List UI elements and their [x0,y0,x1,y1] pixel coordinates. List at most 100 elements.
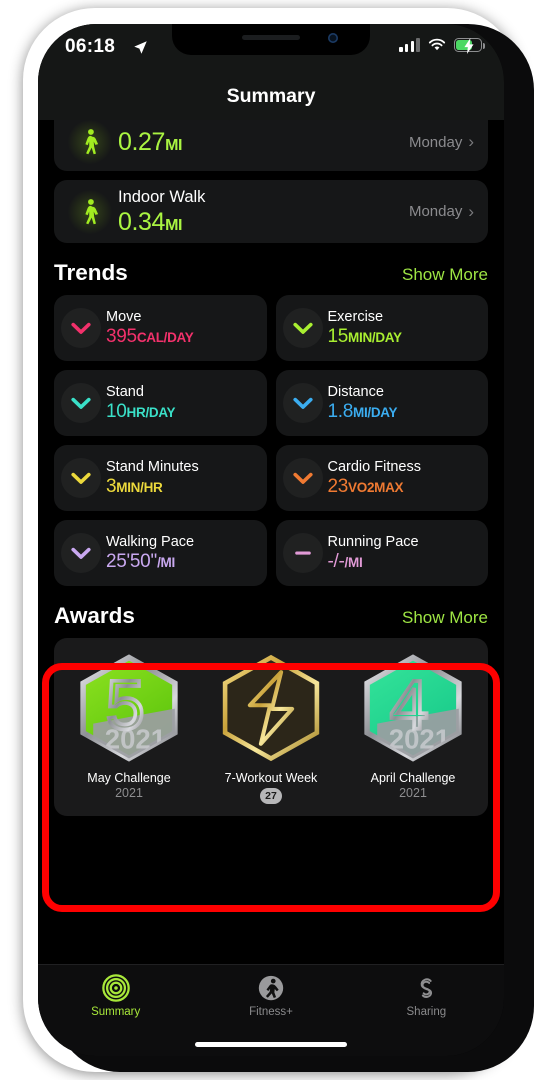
trend-value: -/-/MI [328,551,419,574]
trend-number: 3 [106,476,117,498]
chevron-down-icon [282,383,323,424]
award-item[interactable]: 2021 5 May Challenge 2021 [58,652,200,804]
trend-name: Stand Minutes [106,458,199,475]
activity-rings-icon [101,974,130,1002]
tab-summary[interactable]: Summary [38,973,193,1018]
award-year: 2021 [399,786,427,801]
awards-header: Awards Show More [54,603,488,629]
trend-name: Move [106,308,142,325]
trend-card-distance[interactable]: Distance 1.8MI/DAY [275,370,488,437]
workout-value: 0.34MI [118,207,183,236]
trend-info: Walking Pace 25'50''/MI [106,533,194,574]
trends-header: Trends Show More [54,260,488,286]
trend-unit: /MI [157,555,175,571]
trend-unit: HR/DAY [126,405,176,421]
trend-card-exercise[interactable]: Exercise 15MIN/DAY [275,295,488,362]
workout-card[interactable]: Indoor Walk 0.34MI Monday › [54,180,488,244]
trend-value: 10HR/DAY [106,401,176,424]
tab-sharing-label: Sharing [406,1006,447,1018]
navigation-bar: Summary [38,72,504,120]
trend-number: 10 [106,401,127,423]
workout-card[interactable]: 0.27MI Monday › [54,120,488,171]
status-icons [399,38,485,54]
trend-unit: MI/DAY [353,405,398,421]
hexagon-5-green-icon: 2021 5 [70,652,188,764]
award-item[interactable]: 2021 4 April Challenge 2021 [342,652,484,804]
awards-title: Awards [54,603,135,629]
running-person-icon [258,975,284,1001]
summary-scroll-content[interactable]: 0.27MI Monday › Indoor Walk 0.34MI Monda… [38,120,504,964]
screenshot-root: 06:18 Summary 0.27MI Monday › Indoor Wal… [0,0,542,1080]
status-time: 06:18 [65,36,116,57]
chevron-down-icon [61,458,101,499]
trends-grid: Move 395CAL/DAY Exercise 15MIN/DAY Stand 10HR… [54,295,488,587]
workout-day: Monday › [408,132,474,151]
trend-number: 1.8 [327,401,354,423]
award-label: May Challenge [87,771,171,786]
trend-card-stand-minutes[interactable]: Stand Minutes 3MIN/HR [54,445,267,512]
trend-value: 25'50''/MI [106,551,194,574]
trend-name: Walking Pace [106,533,195,550]
trend-card-stand[interactable]: Stand 10HR/DAY [54,370,267,437]
chevron-down-icon [61,308,101,349]
minus-dash-icon [282,533,323,574]
tab-bar: Summary Fitness+ Sharing [38,964,504,1056]
trend-unit: VO2MAX [348,480,404,496]
notch [172,24,370,55]
awards-panel: 2021 5 May Challenge 2021 7-Workout Week 27 20… [54,638,488,817]
svg-text:4: 4 [390,666,429,744]
trend-info: Distance 1.8MI/DAY [328,383,398,424]
chevron-down-icon [61,533,101,574]
trend-number: 23 [327,476,349,498]
chevron-down-icon [282,458,323,499]
trend-number: 25'50'' [106,551,158,573]
tab-fitness-plus-label: Fitness+ [249,1006,293,1018]
chevron-right-icon: › [468,201,474,221]
trend-number: 395 [106,326,137,348]
trend-info: Stand 10HR/DAY [106,383,176,424]
trends-title: Trends [54,260,128,286]
trend-value: 395CAL/DAY [106,326,194,349]
svg-text:5: 5 [106,666,145,744]
hexagon-4-teal-icon: 2021 4 [354,652,472,764]
award-count-badge: 27 [260,788,282,805]
battery-charging-icon [454,38,485,54]
trend-number: -/- [327,551,345,573]
trend-card-cardio-fitness[interactable]: Cardio Fitness 23VO2MAX [275,445,488,512]
award-label: April Challenge [370,771,456,786]
award-item[interactable]: 7-Workout Week 27 [200,652,342,805]
trend-unit: CAL/DAY [136,330,194,346]
cellular-bars-icon [399,38,420,52]
workout-info: 0.27MI [118,128,409,157]
home-indicator[interactable] [195,1041,347,1047]
award-label: 7-Workout Week [224,771,318,786]
trend-name: Cardio Fitness [327,458,421,475]
front-camera-icon [328,33,338,43]
earpiece-speaker [242,35,300,40]
trend-info: Cardio Fitness 23VO2MAX [328,458,421,499]
hexagon-bolt-gold-icon [212,652,330,764]
trend-unit: MIN/HR [116,480,163,496]
sharing-s-icon [420,978,433,998]
trend-name: Exercise [327,308,384,325]
trend-card-move[interactable]: Move 395CAL/DAY [54,295,267,362]
trend-card-running-pace[interactable]: Running Pace -/-/MI [275,520,488,587]
tab-fitness-plus[interactable]: Fitness+ [193,973,348,1018]
trend-info: Stand Minutes 3MIN/HR [106,458,199,499]
chevron-down-icon [61,383,101,424]
chevron-down-icon [282,308,323,349]
tab-sharing[interactable]: Sharing [349,973,504,1018]
trend-info: Move 395CAL/DAY [106,308,194,349]
location-arrow-icon [133,40,148,60]
walking-person-icon [68,120,112,164]
trend-unit: MIN/DAY [348,330,402,346]
award-year: 2021 [115,786,143,801]
trends-show-more-link[interactable]: Show More [402,265,488,285]
walking-person-icon [68,189,112,234]
wifi-icon [428,38,446,51]
trend-name: Running Pace [327,533,419,550]
trend-card-walking-pace[interactable]: Walking Pace 25'50''/MI [54,520,267,587]
awards-show-more-link[interactable]: Show More [402,608,488,628]
workout-day: Monday › [408,201,474,221]
workout-value: 0.27MI [118,127,183,156]
